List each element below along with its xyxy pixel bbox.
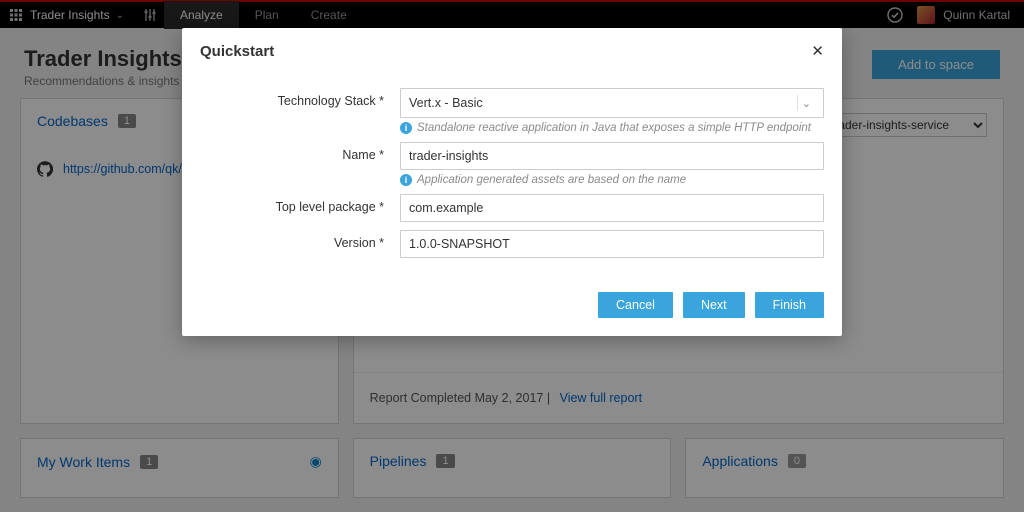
name-label: Name [200,142,400,162]
version-label: Version [200,230,400,250]
name-input[interactable] [400,142,824,170]
info-icon: i [400,174,412,186]
info-icon: i [400,122,412,134]
version-input[interactable] [400,230,824,258]
finish-button[interactable]: Finish [755,292,824,318]
quickstart-modal: Quickstart ✕ Technology Stack Vert.x - B… [182,28,842,336]
cancel-button[interactable]: Cancel [598,292,673,318]
modal-overlay[interactable]: Quickstart ✕ Technology Stack Vert.x - B… [0,0,1024,512]
close-icon[interactable]: ✕ [811,42,824,60]
name-help: i Application generated assets are based… [400,174,824,186]
package-label: Top level package [200,194,400,214]
tech-stack-help: i Standalone reactive application in Jav… [400,122,824,134]
package-input[interactable] [400,194,824,222]
next-button[interactable]: Next [683,292,745,318]
chevron-down-icon: ⌄ [797,95,815,111]
modal-title: Quickstart [200,43,274,60]
tech-stack-label: Technology Stack [200,88,400,108]
tech-stack-select[interactable]: Vert.x - Basic ⌄ [400,88,824,118]
tech-stack-value: Vert.x - Basic [409,96,483,110]
